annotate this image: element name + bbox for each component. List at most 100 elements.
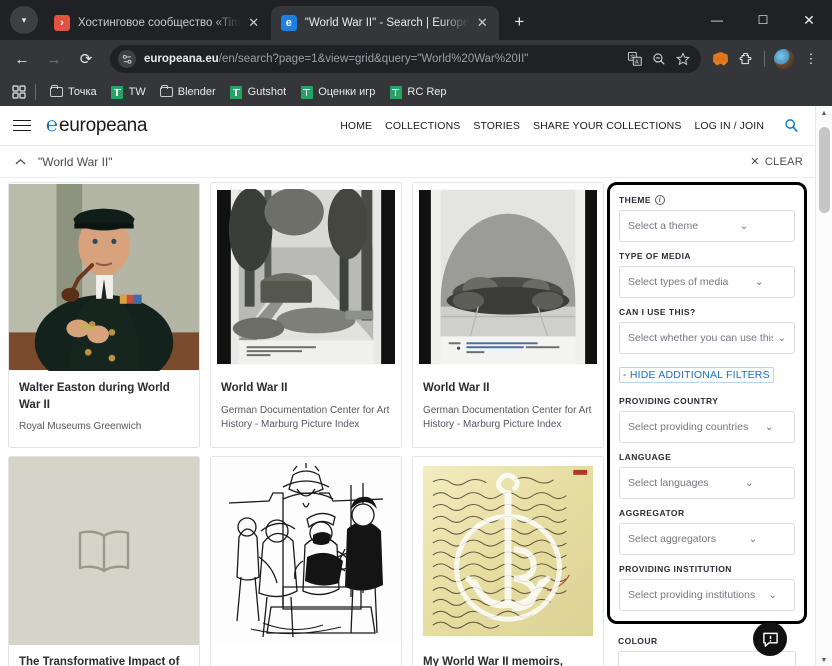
nav-link-share-your-collections[interactable]: SHARE YOUR COLLECTIONS	[533, 120, 681, 132]
chevron-up-icon[interactable]	[10, 158, 30, 166]
bookmark-item[interactable]: Оценки игр	[294, 84, 381, 101]
result-thumbnail[interactable]	[413, 183, 603, 371]
hamburger-icon[interactable]	[10, 114, 34, 138]
facet-select-language[interactable]: Select languages ⌄	[619, 467, 795, 499]
bookmark-item[interactable]: TW	[105, 84, 152, 101]
extensions-puzzle-icon[interactable]	[733, 46, 759, 72]
result-card[interactable]: World War II German Documentation Center…	[412, 182, 604, 448]
result-card[interactable]	[210, 455, 402, 666]
page-scrollbar[interactable]: ▲ ▼	[815, 106, 832, 666]
photo-garden-path-bw-icon	[217, 189, 395, 365]
window-controls: — ☐ ✕	[694, 0, 832, 40]
metamask-fox-icon[interactable]	[707, 46, 733, 72]
search-icon[interactable]	[781, 116, 801, 136]
reload-button[interactable]: ⟳	[72, 45, 100, 73]
facet-label-can-i-use-this: CAN I USE THIS?	[619, 307, 696, 317]
book-placeholder-icon	[9, 456, 199, 645]
new-tab-button[interactable]: +	[505, 8, 533, 36]
bookmark-label: Оценки игр	[318, 86, 376, 98]
translate-icon[interactable]: 文 A	[623, 47, 647, 71]
site-nav: HOME COLLECTIONS STORIES SHARE YOUR COLL…	[340, 116, 801, 136]
tab-close-icon[interactable]: ✕	[473, 14, 491, 32]
result-title: Walter Easton during World War II	[19, 382, 170, 411]
scrollbar-track[interactable]	[816, 121, 832, 653]
bookmark-label: Blender	[177, 86, 216, 98]
facet-select-type-of-media[interactable]: Select types of media ⌄	[619, 266, 795, 298]
close-window-button[interactable]: ✕	[786, 0, 832, 40]
feedback-chat-icon	[762, 632, 778, 647]
result-provider: German Documentation Center for Art Hist…	[221, 404, 390, 431]
scroll-up-arrow-icon[interactable]: ▲	[816, 106, 832, 121]
clear-label: CLEAR	[764, 155, 803, 168]
nav-link-stories[interactable]: STORIES	[473, 120, 520, 132]
hide-additional-filters-button[interactable]: - HIDE ADDITIONAL FILTERS	[619, 367, 774, 383]
result-thumbnail[interactable]	[9, 183, 199, 371]
clear-query-button[interactable]: ✕ CLEAR	[750, 155, 803, 169]
scroll-down-arrow-icon[interactable]: ▼	[816, 653, 832, 666]
bookmark-label: Точка	[68, 86, 97, 98]
nav-link-collections[interactable]: COLLECTIONS	[385, 120, 460, 132]
result-provider: Royal Museums Greenwich	[19, 421, 142, 433]
result-card[interactable]: The Transformative Impact of World War I…	[8, 455, 200, 666]
bookmark-item[interactable]: Gutshot	[224, 84, 293, 101]
logo-text: europeana	[59, 114, 148, 136]
nav-link-home[interactable]: HOME	[340, 120, 372, 132]
facet-label-type-of-media: TYPE OF MEDIA	[619, 251, 691, 261]
facet-label-language: LANGUAGE	[619, 452, 672, 462]
result-title: World War II	[221, 382, 288, 394]
bookmark-item[interactable]: Точка	[44, 84, 103, 101]
maximize-button[interactable]: ☐	[740, 0, 786, 40]
feedback-button[interactable]	[753, 622, 787, 656]
facet-select-can-i-use-this[interactable]: Select whether you can use this ⌄	[619, 322, 795, 354]
drawing-women-table-icon	[211, 456, 401, 645]
logo-mark-icon: ℮	[46, 114, 59, 136]
europeana-logo[interactable]: ℮ europeana	[46, 114, 147, 137]
nav-link-log-in-join[interactable]: LOG IN / JOIN	[694, 120, 764, 132]
avatar[interactable]	[774, 49, 794, 69]
result-card[interactable]: Walter Easton during World War II Royal …	[8, 182, 200, 448]
result-provider: German Documentation Center for Art Hist…	[423, 404, 592, 431]
facet-select-providing-country[interactable]: Select providing countries ⌄	[619, 411, 795, 443]
back-button[interactable]: ←	[8, 45, 36, 73]
result-card[interactable]: My World War II memoirs,	[412, 455, 604, 666]
chevron-down-icon: ⌄	[748, 533, 758, 545]
facet-select-providing-institution[interactable]: Select providing institutions ⌄	[619, 579, 795, 611]
result-card[interactable]: World War II German Documentation Center…	[210, 182, 402, 448]
facet-select-aggregator[interactable]: Select aggregators ⌄	[619, 523, 795, 555]
result-info: Walter Easton during World War II Royal …	[9, 371, 199, 447]
result-thumbnail[interactable]	[413, 456, 603, 645]
result-info: World War II German Documentation Center…	[211, 371, 401, 445]
apps-grid-icon[interactable]	[8, 81, 30, 103]
forward-button[interactable]: →	[40, 45, 68, 73]
tab-close-icon[interactable]: ✕	[245, 14, 263, 32]
bookmark-label: TW	[128, 86, 146, 98]
tab-search-button[interactable]: ▾	[10, 6, 38, 34]
browser-tab-1[interactable]: › Хостинговое сообщество «Tim ✕	[44, 6, 271, 40]
site-settings-icon[interactable]	[118, 50, 136, 68]
result-thumbnail[interactable]	[9, 456, 199, 645]
zoom-out-icon[interactable]	[647, 47, 671, 71]
facet-select-theme[interactable]: Select a theme ⌄	[619, 210, 795, 242]
facet-placeholder: Select types of media	[628, 276, 729, 288]
facet-label-providing-country: PROVIDING COUNTRY	[619, 396, 719, 406]
google-sheets-icon	[389, 85, 402, 99]
bookmark-item[interactable]: Blender	[154, 84, 222, 101]
browser-tab-2[interactable]: e "World War II" - Search | Europe ✕	[270, 6, 500, 40]
manuscript-handwritten-icon	[419, 463, 597, 638]
facet-placeholder: Select languages	[628, 477, 709, 489]
chevron-down-icon: ⌄	[777, 332, 786, 344]
query-bar: "World War II" ✕ CLEAR	[0, 146, 815, 178]
info-icon[interactable]: i	[655, 195, 665, 205]
result-title: My World War II memoirs,	[423, 655, 563, 666]
address-bar[interactable]: europeana.eu/en/search?page=1&view=grid&…	[110, 45, 701, 73]
minimize-button[interactable]: —	[694, 0, 740, 40]
bookmark-item[interactable]: RC Rep	[383, 84, 452, 101]
scrollbar-thumb[interactable]	[819, 127, 830, 213]
facet-label-theme: THEME i	[619, 195, 795, 205]
chevron-down-icon: ⌄	[739, 220, 749, 232]
kebab-menu-icon[interactable]: ⋮	[798, 46, 824, 72]
bookmark-star-icon[interactable]	[671, 47, 695, 71]
result-thumbnail[interactable]	[211, 456, 401, 645]
facet-placeholder: Select whether you can use this	[628, 332, 774, 344]
result-thumbnail[interactable]	[211, 183, 401, 371]
